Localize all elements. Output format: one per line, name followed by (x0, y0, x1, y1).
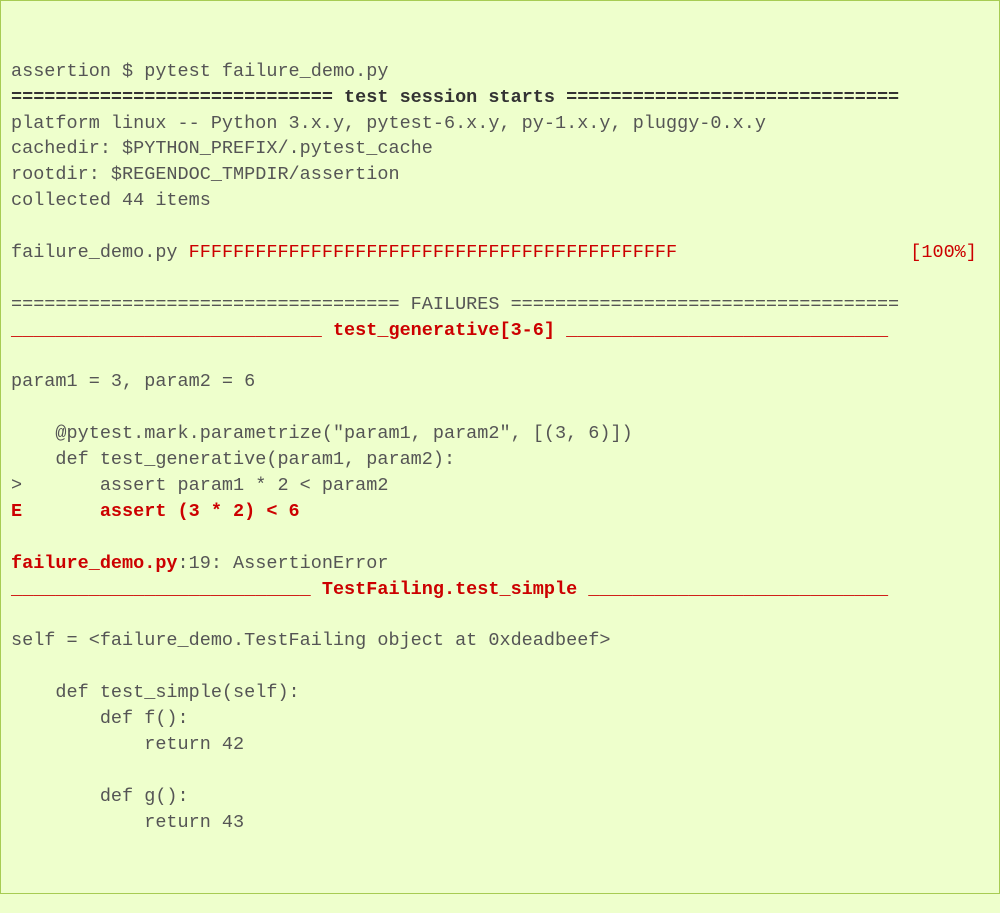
terminal-text: def f(): (11, 708, 189, 729)
terminal-text: def test_generative(param1, param2): (11, 449, 455, 470)
terminal-text: assertion $ pytest failure_demo.py (11, 61, 388, 82)
terminal-text: param1 = 3, param2 = 6 (11, 371, 255, 392)
terminal-text: failure_demo.py (11, 553, 178, 574)
terminal-text: return 42 (11, 734, 244, 755)
terminal-text: ___________________________ TestFailing.… (11, 579, 888, 600)
terminal-text: ============================= test sessi… (11, 87, 899, 108)
terminal-text: cachedir: $PYTHON_PREFIX/.pytest_cache (11, 138, 433, 159)
terminal-text: E assert (3 * 2) < 6 (11, 501, 300, 522)
terminal-text: :19: AssertionError (178, 553, 389, 574)
terminal-text: collected 44 items (11, 190, 211, 211)
terminal-text: @pytest.mark.parametrize("param1, param2… (11, 423, 633, 444)
terminal-text: self = <failure_demo.TestFailing object … (11, 630, 611, 651)
terminal-text: =================================== FAIL… (11, 294, 899, 315)
terminal-text: > assert param1 * 2 < param2 (11, 475, 388, 496)
terminal-text: failure_demo.py (11, 242, 189, 263)
terminal-text: ____________________________ test_genera… (11, 320, 888, 341)
terminal-text: def g(): (11, 786, 189, 807)
terminal-output: assertion $ pytest failure_demo.py =====… (11, 59, 989, 836)
terminal-text: FFFFFFFFFFFFFFFFFFFFFFFFFFFFFFFFFFFFFFFF… (189, 242, 977, 263)
terminal-text: return 43 (11, 812, 244, 833)
terminal-text: def test_simple(self): (11, 682, 300, 703)
terminal-text: platform linux -- Python 3.x.y, pytest-6… (11, 113, 766, 134)
terminal-text: rootdir: $REGENDOC_TMPDIR/assertion (11, 164, 400, 185)
